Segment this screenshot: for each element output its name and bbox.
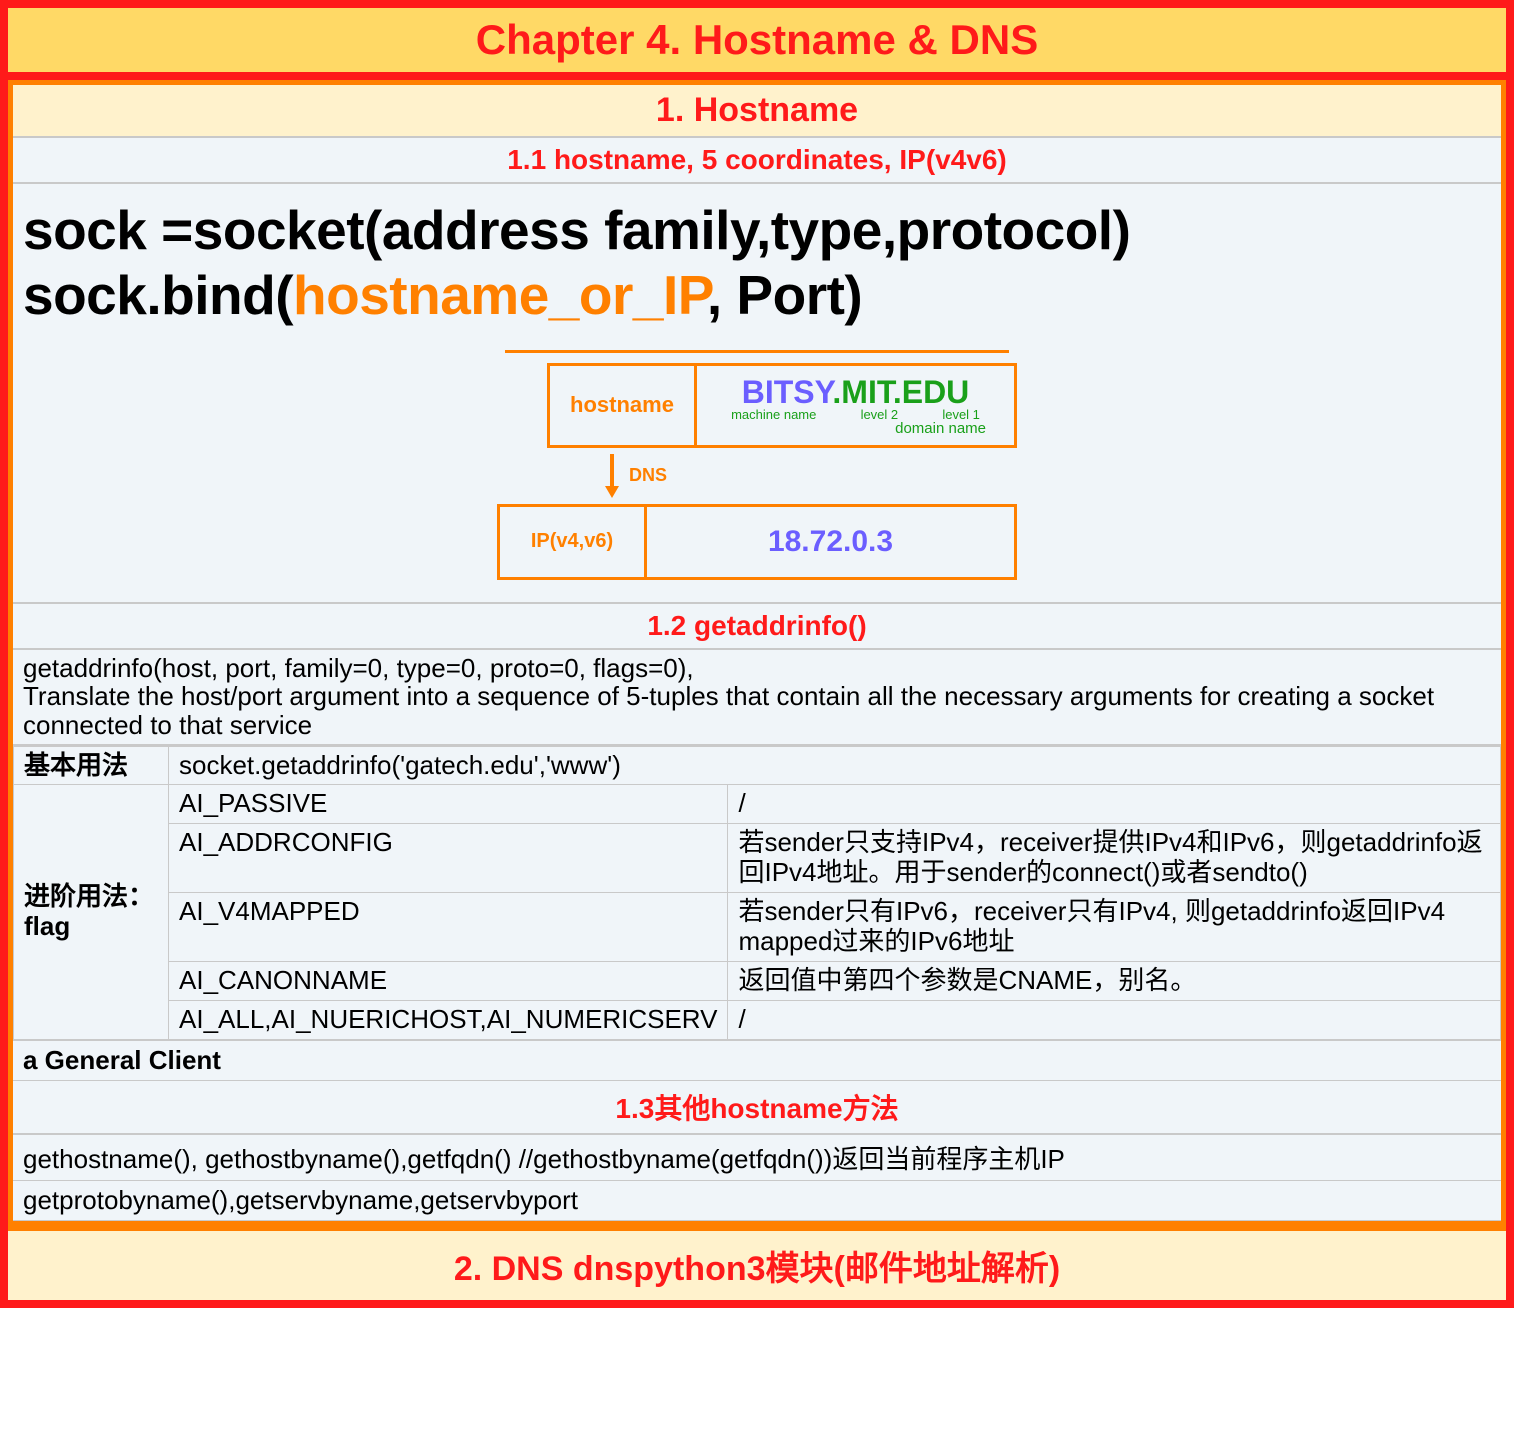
table-row: 进阶用法：flag AI_PASSIVE /	[14, 785, 1501, 824]
section-1: 1. Hostname 1.1 hostname, 5 coordinates,…	[8, 80, 1506, 1226]
dns-arrow: DNS	[601, 448, 1017, 504]
basic-usage-label: 基本用法	[14, 746, 169, 785]
domain-level1: EDU	[902, 374, 970, 410]
subsection-1-3-title: 1.3其他hostname方法	[13, 1081, 1501, 1135]
ip-value: 18.72.0.3	[659, 515, 1002, 569]
hostname-label: hostname	[547, 363, 697, 448]
subsection-1-1-title: 1.1 hostname, 5 coordinates, IP(v4v6)	[13, 138, 1501, 184]
flag-name: AI_ADDRCONFIG	[169, 824, 728, 893]
domain-name-label: domain name	[709, 420, 1002, 437]
section-1-title: 1. Hostname	[13, 85, 1501, 138]
hostname-dns-diagram: hostname BITSY.MIT.EDU machine name leve…	[23, 328, 1491, 590]
hostname-methods-row-1: gethostname(), gethostbyname(),getfqdn()…	[13, 1135, 1501, 1181]
code-line-2: sock.bind(hostname_or_IP, Port)	[23, 263, 1491, 328]
table-row: AI_V4MAPPED 若sender只有IPv6，receiver只有IPv4…	[14, 893, 1501, 962]
hostname-row: hostname BITSY.MIT.EDU machine name leve…	[547, 363, 1017, 448]
section-2-title: 2. DNS dnspython3模块(邮件地址解析)	[8, 1226, 1506, 1300]
table-row: 基本用法 socket.getaddrinfo('gatech.edu','ww…	[14, 746, 1501, 785]
machine-name-part: BITSY	[742, 374, 833, 410]
machine-name-label: machine name	[731, 407, 816, 422]
hostname-methods-row-2: getprotobyname(),getservbyname,getservby…	[13, 1181, 1501, 1221]
dns-label: DNS	[629, 465, 667, 486]
flag-desc: 返回值中第四个参数是CNAME，别名。	[728, 961, 1501, 1000]
flag-name: AI_CANONNAME	[169, 961, 728, 1000]
flag-desc: /	[728, 1000, 1501, 1039]
flag-desc: 若sender只支持IPv4，receiver提供IPv4和IPv6，则geta…	[728, 824, 1501, 893]
flag-name: AI_ALL,AI_NUERICHOST,AI_NUMERICSERV	[169, 1000, 728, 1039]
level2-label: level 2	[861, 407, 899, 422]
code-text: , Port)	[707, 264, 862, 326]
domain-level2: MIT	[841, 374, 893, 410]
hostname-value: BITSY.MIT.EDU machine name level 2 level…	[697, 363, 1017, 448]
dot: .	[893, 374, 902, 410]
flag-desc: 若sender只有IPv6，receiver只有IPv4, 则getaddrin…	[728, 893, 1501, 962]
advanced-usage-label: 进阶用法：flag	[14, 785, 169, 1039]
code-block: sock =socket(address family,type,protoco…	[13, 184, 1501, 604]
code-line-1: sock =socket(address family,type,protoco…	[23, 198, 1491, 263]
getaddrinfo-description: getaddrinfo(host, port, family=0, type=0…	[13, 650, 1501, 746]
document-frame: Chapter 4. Hostname & DNS 1. Hostname 1.…	[0, 0, 1514, 1308]
ip-value-cell: 18.72.0.3	[647, 504, 1017, 580]
code-highlight: hostname_or_IP	[293, 264, 707, 326]
getaddrinfo-table: 基本用法 socket.getaddrinfo('gatech.edu','ww…	[13, 746, 1501, 1040]
table-row: AI_ADDRCONFIG 若sender只支持IPv4，receiver提供I…	[14, 824, 1501, 893]
subsection-1-2-title: 1.2 getaddrinfo()	[13, 604, 1501, 650]
chapter-title: Chapter 4. Hostname & DNS	[8, 8, 1506, 80]
dot: .	[832, 374, 841, 410]
ip-row: IP(v4,v6) 18.72.0.3	[497, 504, 1017, 580]
general-client-row: a General Client	[13, 1040, 1501, 1081]
flag-desc: /	[728, 785, 1501, 824]
code-text: sock.bind(	[23, 264, 293, 326]
ip-label: IP(v4,v6)	[497, 504, 647, 580]
arrow-down-icon	[601, 454, 623, 498]
flag-name: AI_PASSIVE	[169, 785, 728, 824]
table-row: AI_CANONNAME 返回值中第四个参数是CNAME，别名。	[14, 961, 1501, 1000]
flag-name: AI_V4MAPPED	[169, 893, 728, 962]
table-row: AI_ALL,AI_NUERICHOST,AI_NUMERICSERV /	[14, 1000, 1501, 1039]
basic-usage-value: socket.getaddrinfo('gatech.edu','www')	[169, 746, 1501, 785]
